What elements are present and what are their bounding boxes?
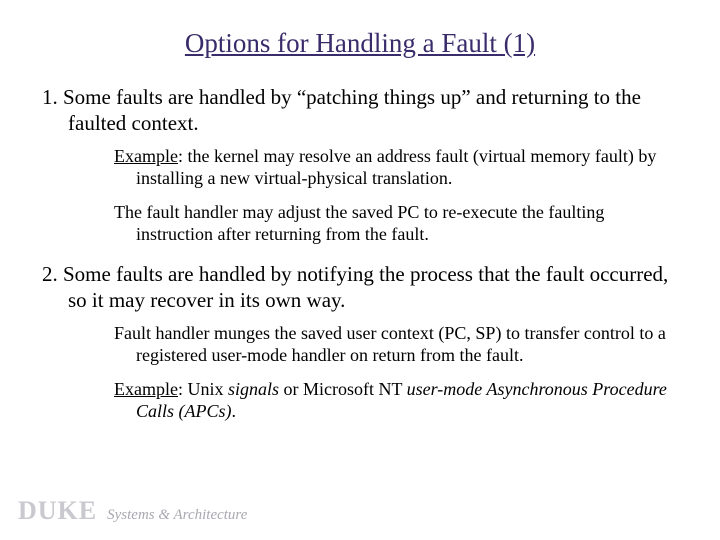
bullet-1-sub-1-text: : the kernel may resolve an address faul… xyxy=(136,146,656,188)
footer-text: Systems & Architecture xyxy=(107,507,247,524)
example-label: Example xyxy=(114,146,178,166)
slide: Options for Handling a Fault (1) 1. Some… xyxy=(0,0,720,423)
text-fragment: . xyxy=(232,401,237,421)
term-signals: signals xyxy=(228,379,279,399)
bullet-1-sub-1: Example: the kernel may resolve an addre… xyxy=(114,146,678,190)
footer-logo: DUKE xyxy=(18,496,97,526)
text-fragment: or Microsoft NT xyxy=(279,379,407,399)
slide-title: Options for Handling a Fault (1) xyxy=(42,28,678,59)
bullet-2-sub-1: Fault handler munges the saved user cont… xyxy=(114,323,678,367)
bullet-1: 1. Some faults are handled by “patching … xyxy=(42,85,678,136)
bullet-1-sub-2: The fault handler may adjust the saved P… xyxy=(114,202,678,246)
footer: DUKE Systems & Architecture xyxy=(18,496,247,526)
text-fragment: : Unix xyxy=(178,379,228,399)
example-label: Example xyxy=(114,379,178,399)
bullet-2: 2. Some faults are handled by notifying … xyxy=(42,262,678,313)
bullet-2-sub-2: Example: Unix signals or Microsoft NT us… xyxy=(114,379,678,423)
